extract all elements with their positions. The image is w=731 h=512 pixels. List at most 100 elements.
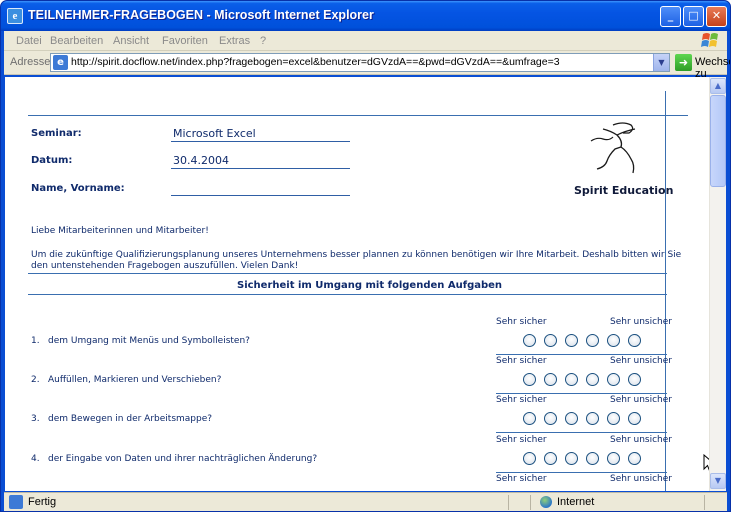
- radio-option-1[interactable]: [523, 334, 536, 347]
- radio-option-6[interactable]: [628, 412, 641, 425]
- scale-right-label: Sehr unsicher: [610, 435, 673, 445]
- name-underline: [171, 195, 350, 196]
- radio-option-6[interactable]: [628, 452, 641, 465]
- intro-line-2: den untenstehenden Fragebogen auszufülle…: [31, 261, 299, 271]
- seminar-value[interactable]: Microsoft Excel: [173, 127, 256, 140]
- question-label: dem Bewegen in der Arbeitsmappe?: [48, 414, 213, 424]
- menu-extras[interactable]: Extras: [219, 35, 250, 47]
- window-title: TEILNEHMER-FRAGEBOGEN - Microsoft Intern…: [28, 8, 374, 22]
- address-dropdown-icon[interactable]: ▼: [653, 54, 669, 71]
- intro-greeting: Liebe Mitarbeiterinnen und Mitarbeiter!: [31, 226, 209, 236]
- question-row-partial: Sehr sicher Sehr unsicher: [5, 474, 709, 491]
- status-divider: [508, 495, 509, 510]
- address-input[interactable]: e http://spirit.docflow.net/index.php?fr…: [50, 53, 670, 72]
- name-label: Name, Vorname:: [31, 183, 125, 194]
- question-text: 1. dem Umgang mit Menüs und Symbolleisten…: [31, 336, 250, 346]
- scale-right-label: Sehr unsicher: [610, 474, 673, 484]
- vertical-scrollbar[interactable]: ▲ ▼: [709, 77, 726, 491]
- page-content: Seminar: Microsoft Excel Datum: 30.4.200…: [5, 77, 709, 491]
- menu-datei[interactable]: Datei: [16, 35, 42, 47]
- status-text: Fertig: [28, 496, 57, 508]
- radio-option-4[interactable]: [586, 373, 599, 386]
- seminar-label: Seminar:: [31, 128, 82, 139]
- question-label: dem Umgang mit Menüs und Symbolleisten?: [48, 336, 250, 346]
- scale-left-label: Sehr sicher: [496, 474, 547, 484]
- question-number: 4.: [31, 454, 40, 464]
- question-number: 1.: [31, 336, 40, 346]
- scale-left-label: Sehr sicher: [496, 356, 547, 366]
- title-bar[interactable]: e TEILNEHMER-FRAGEBOGEN - Microsoft Inte…: [1, 1, 730, 31]
- scale-right-label: Sehr unsicher: [610, 356, 673, 366]
- status-divider: [704, 495, 705, 510]
- radio-option-5[interactable]: [607, 452, 620, 465]
- radio-option-1[interactable]: [523, 452, 536, 465]
- scale-left-label: Sehr sicher: [496, 317, 547, 327]
- radio-option-6[interactable]: [628, 373, 641, 386]
- address-bar: Adresse e http://spirit.docflow.net/inde…: [4, 51, 730, 80]
- row-rule: [496, 393, 667, 394]
- scale-right-label: Sehr unsicher: [610, 395, 673, 405]
- go-arrow-icon[interactable]: ➜: [675, 54, 692, 71]
- menu-ansicht[interactable]: Ansicht: [113, 35, 149, 47]
- question-row: Sehr sicher Sehr unsicher 3. dem Bewegen …: [5, 395, 709, 435]
- section-title: Sicherheit im Umgang mit folgenden Aufga…: [237, 280, 503, 291]
- radio-option-6[interactable]: [628, 334, 641, 347]
- address-label: Adresse: [10, 56, 51, 68]
- radio-option-3[interactable]: [565, 334, 578, 347]
- radio-option-4[interactable]: [586, 334, 599, 347]
- minimize-button[interactable]: _: [660, 6, 681, 27]
- intro-rule: [28, 273, 667, 274]
- radio-option-2[interactable]: [544, 373, 557, 386]
- menu-bar: Datei Bearbeiten Ansicht Favoriten Extra…: [4, 31, 727, 51]
- close-button[interactable]: ✕: [706, 6, 727, 27]
- browser-window: e TEILNEHMER-FRAGEBOGEN - Microsoft Inte…: [0, 0, 731, 512]
- page-status-icon: [9, 495, 23, 509]
- radio-option-4[interactable]: [586, 412, 599, 425]
- radio-option-1[interactable]: [523, 373, 536, 386]
- ie-icon: e: [7, 8, 23, 24]
- radio-option-2[interactable]: [544, 334, 557, 347]
- scroll-up-icon[interactable]: ▲: [710, 78, 726, 94]
- radio-option-3[interactable]: [565, 412, 578, 425]
- internet-zone-icon: [540, 496, 552, 508]
- question-row: Sehr sicher Sehr unsicher 4. der Eingabe …: [5, 435, 709, 475]
- question-number: 3.: [31, 414, 40, 424]
- page-icon: e: [53, 55, 68, 70]
- logo-text: Spirit Education: [574, 184, 674, 197]
- windows-logo-icon: [701, 33, 718, 47]
- scale-left-label: Sehr sicher: [496, 435, 547, 445]
- question-label: Auffüllen, Markieren und Verschieben?: [48, 375, 222, 385]
- datum-value[interactable]: 30.4.2004: [173, 154, 229, 167]
- address-url: http://spirit.docflow.net/index.php?frag…: [71, 56, 560, 68]
- row-rule: [496, 472, 667, 473]
- question-row: Sehr sicher Sehr unsicher 2. Auffüllen, M…: [5, 356, 709, 396]
- radio-option-5[interactable]: [607, 412, 620, 425]
- radio-option-3[interactable]: [565, 373, 578, 386]
- scroll-down-icon[interactable]: ▼: [710, 473, 726, 489]
- status-bar: Fertig Internet: [4, 492, 727, 511]
- radio-option-2[interactable]: [544, 412, 557, 425]
- question-text: 3. dem Bewegen in der Arbeitsmappe?: [31, 414, 212, 424]
- scale-left-label: Sehr sicher: [496, 395, 547, 405]
- menu-bearbeiten[interactable]: Bearbeiten: [50, 35, 103, 47]
- question-text: 4. der Eingabe von Daten und ihrer nachtr…: [31, 454, 317, 464]
- menu-favoriten[interactable]: Favoriten: [162, 35, 208, 47]
- radio-option-5[interactable]: [607, 334, 620, 347]
- radio-option-5[interactable]: [607, 373, 620, 386]
- radio-option-4[interactable]: [586, 452, 599, 465]
- radio-option-1[interactable]: [523, 412, 536, 425]
- datum-label: Datum:: [31, 155, 73, 166]
- datum-underline: [171, 168, 350, 169]
- scale-right-label: Sehr unsicher: [610, 317, 673, 327]
- scroll-thumb[interactable]: [710, 95, 726, 187]
- runner-logo-icon: [590, 122, 636, 174]
- radio-option-2[interactable]: [544, 452, 557, 465]
- seminar-underline: [171, 141, 350, 142]
- radio-option-3[interactable]: [565, 452, 578, 465]
- maximize-button[interactable]: □: [683, 6, 704, 27]
- question-text: 2. Auffüllen, Markieren und Verschieben?: [31, 375, 221, 385]
- intro-line-1: Um die zukünftige Qualifizierungsplanung…: [31, 250, 682, 260]
- question-row: Sehr sicher Sehr unsicher 1. dem Umgang m…: [5, 317, 709, 357]
- menu-help[interactable]: ?: [260, 35, 266, 47]
- question-number: 2.: [31, 375, 40, 385]
